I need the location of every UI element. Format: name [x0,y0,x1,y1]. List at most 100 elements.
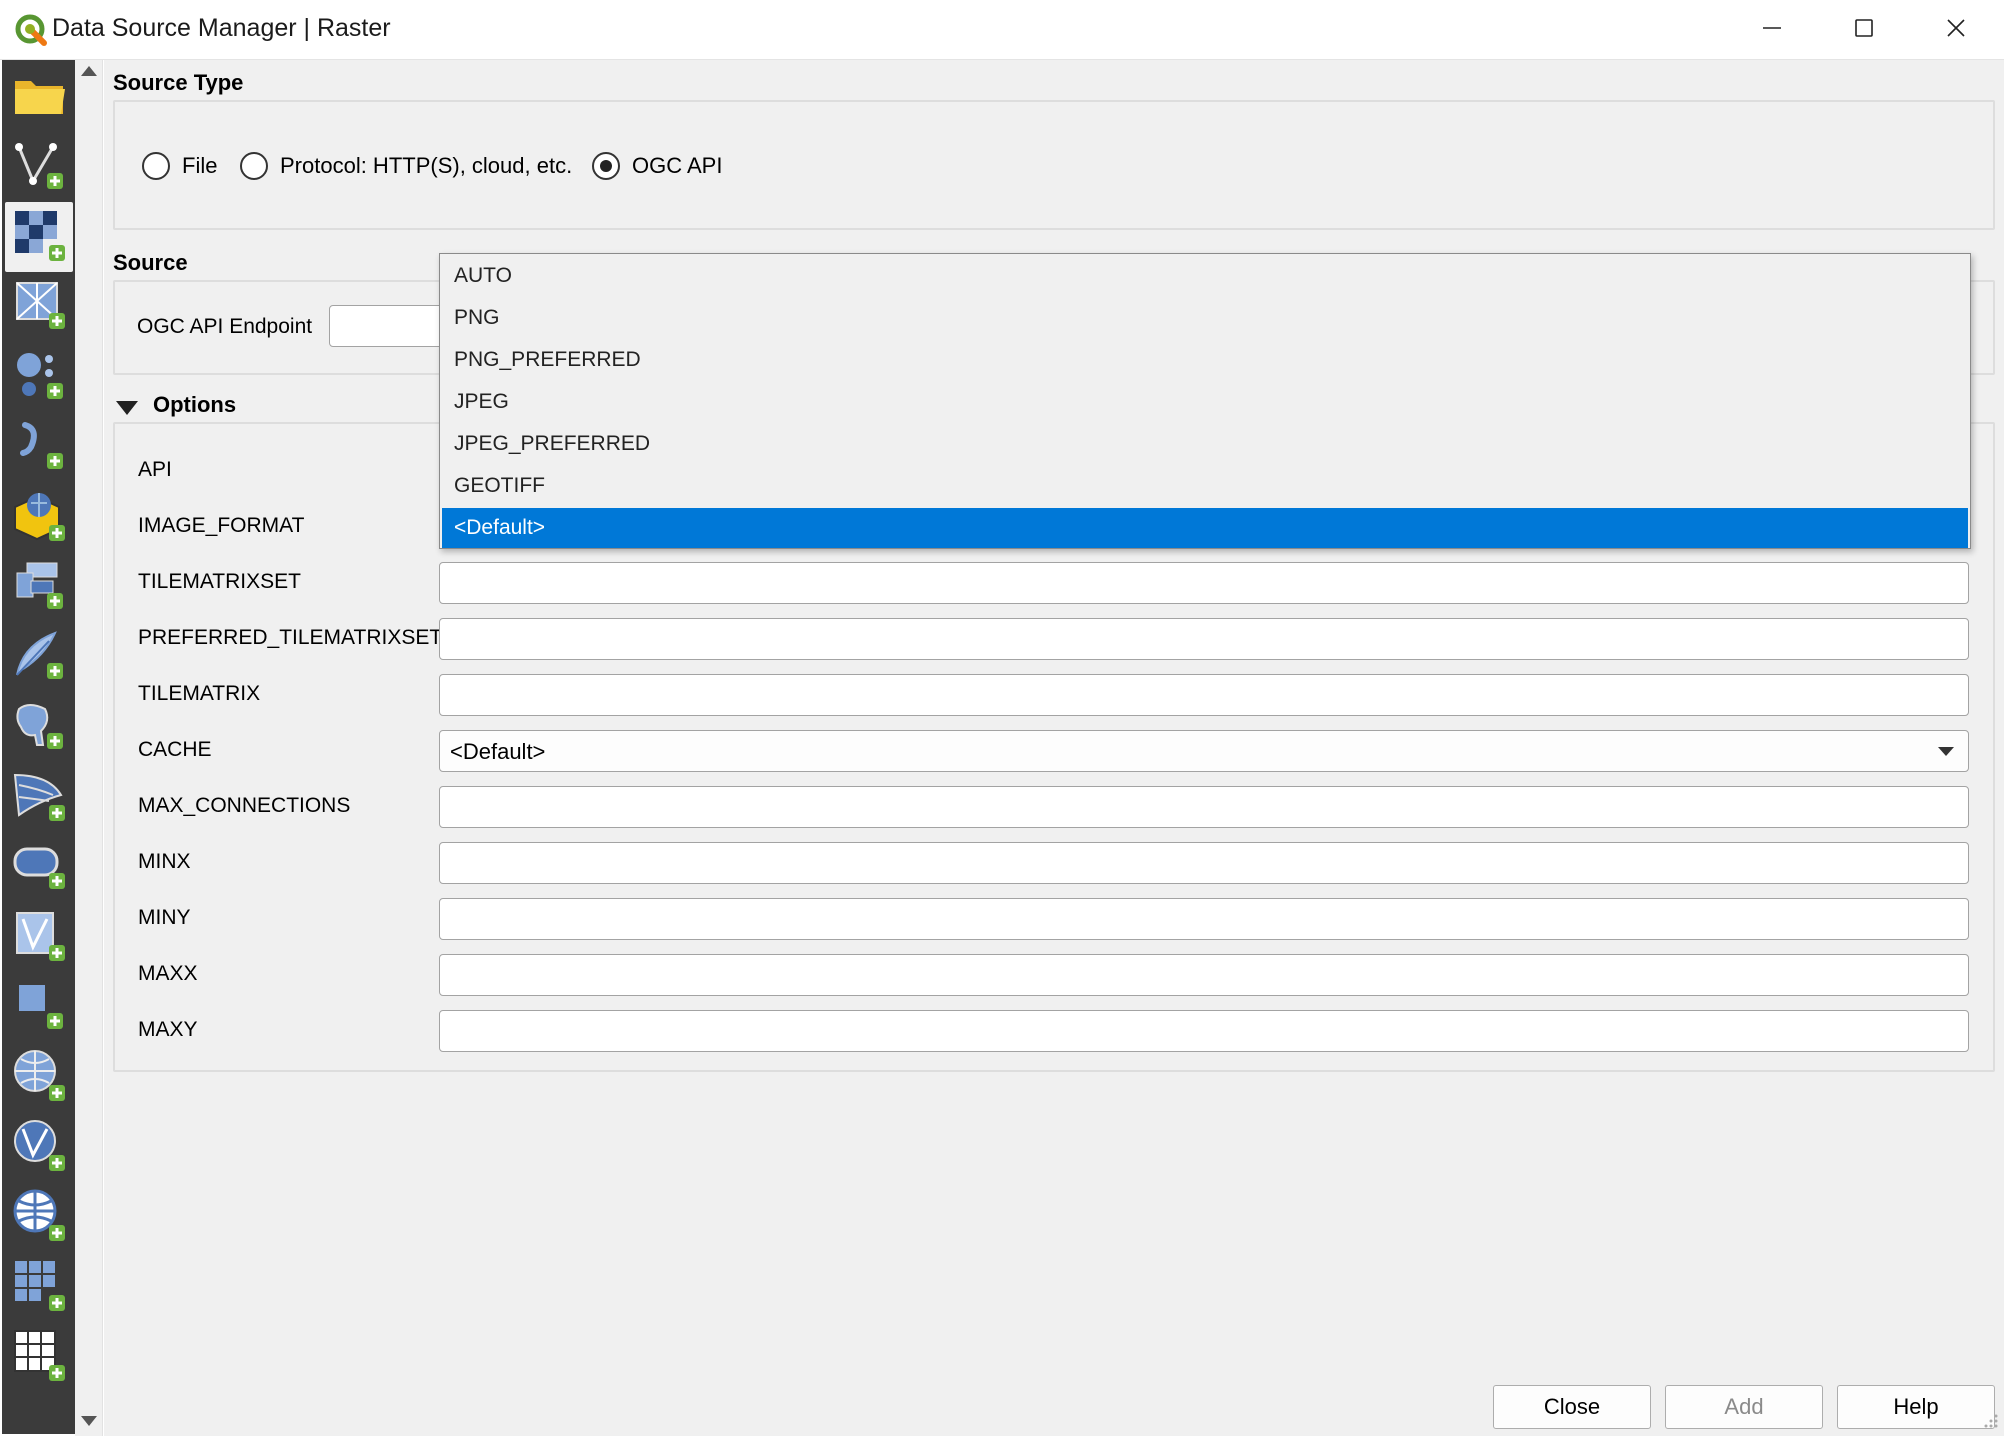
qgis-logo-icon [14,13,48,47]
minimize-icon [1761,17,1783,44]
close-button[interactable]: Close [1493,1385,1651,1429]
chevron-down-icon [1938,747,1954,756]
add-point-cloud-layer-icon [9,345,69,410]
sidebar-item-wms-wmts[interactable] [5,1042,73,1112]
sidebar-item-spatialite[interactable] [5,622,73,692]
close-icon [1945,17,1967,44]
radio-protocol[interactable]: Protocol: HTTP(S), cloud, etc. [240,152,572,180]
source-type-title: Source Type [113,70,244,95]
sidebar-item-vector[interactable] [5,132,73,202]
add-spatialite-layer-icon [9,625,69,690]
tilematrix-label: TILEMATRIX [138,682,261,705]
preferred-tilematrixset-label: PREFERRED_TILEMATRIXSET [138,626,443,649]
source-title: Source [113,250,188,275]
add-vector-tile-layer-icon [9,975,69,1040]
max-connections-input[interactable] [439,786,1969,828]
add-virtual-layer-icon [9,555,69,620]
options-title[interactable]: Options [153,392,236,418]
add-mesh-layer-icon [9,275,69,340]
preferred-tilematrixset-input[interactable] [439,618,1969,660]
radio-ogc-api[interactable]: OGC API [592,152,722,180]
add-virtual-layer-2-icon [9,905,69,970]
sidebar-item-vector-tile[interactable] [5,972,73,1042]
sidebar-item-delimited-text[interactable] [5,412,73,482]
sidebar-item-arcgis[interactable] [5,1322,73,1392]
dropdown-option-jpeg-preferred[interactable]: JPEG_PREFERRED [442,424,1968,464]
scroll-down-icon[interactable] [81,1416,97,1426]
dropdown-option-default[interactable]: <Default> [442,508,1968,548]
sidebar-item-postgis[interactable] [5,692,73,762]
window-title: Data Source Manager | Raster [52,14,391,42]
add-oracle-layer-icon [9,835,69,900]
folder-icon [9,65,69,130]
dropdown-option-geotiff[interactable]: GEOTIFF [442,466,1968,506]
add-ogc-api-features-icon [9,1185,69,1250]
help-button[interactable]: Help [1837,1385,1995,1429]
add-postgis-layer-icon [9,695,69,760]
miny-label: MINY [138,906,191,929]
cache-label: CACHE [138,738,212,761]
title-bar: Data Source Manager | Raster [0,0,2004,60]
image-format-dropdown-list[interactable]: AUTO PNG PNG_PREFERRED JPEG JPEG_PREFERR… [439,253,1971,549]
radio-protocol-label: Protocol: HTTP(S), cloud, etc. [280,153,573,178]
maxy-input[interactable] [439,1010,1969,1052]
sidebar-item-ogc-api-features[interactable] [5,1182,73,1252]
api-label: API [138,458,172,481]
sidebar-item-virtual-layer[interactable] [5,902,73,972]
tilematrixset-input[interactable] [439,562,1969,604]
source-type-sidebar [2,60,75,1434]
close-window-button[interactable] [1910,0,2002,60]
maximize-button[interactable] [1818,0,1910,60]
endpoint-label: OGC API Endpoint [137,315,313,338]
miny-input[interactable] [439,898,1969,940]
dropdown-option-auto[interactable]: AUTO [442,256,1968,296]
radio-protocol-circle[interactable] [240,152,268,180]
scroll-up-icon[interactable] [81,66,97,76]
add-button[interactable]: Add [1665,1385,1823,1429]
dropdown-option-png[interactable]: PNG [442,298,1968,338]
add-raster-layer-icon [9,205,69,270]
sidebar-item-point-cloud[interactable] [5,342,73,412]
maxx-input[interactable] [439,954,1969,996]
sidebar-item-mssql[interactable] [5,762,73,832]
add-wfs-layer-icon [9,1115,69,1180]
resize-grip-icon[interactable] [1980,1410,2000,1430]
sidebar-item-geopackage[interactable] [5,482,73,552]
minx-input[interactable] [439,842,1969,884]
add-wms-wmts-layer-icon [9,1045,69,1110]
maxx-label: MAXX [138,962,198,985]
sidebar-item-virtual[interactable] [5,552,73,622]
radio-file-label: File [182,153,218,178]
ogc-api-endpoint-input[interactable] [329,305,449,347]
sidebar-item-oracle[interactable] [5,832,73,902]
sidebar-item-wfs[interactable] [5,1112,73,1182]
sidebar-item-browser[interactable] [5,62,73,132]
maximize-icon [1853,17,1875,44]
radio-ogc-api-label: OGC API [632,153,723,178]
radio-file-circle[interactable] [142,152,170,180]
cache-combobox-value: <Default> [450,739,546,764]
sidebar-item-xyz[interactable] [5,1252,73,1322]
dropdown-option-png-preferred[interactable]: PNG_PREFERRED [442,340,1968,380]
sidebar-scrollbar[interactable] [75,60,103,1436]
add-arcgis-layer-icon [9,1325,69,1390]
sidebar-item-raster[interactable] [5,202,73,272]
max-connections-label: MAX_CONNECTIONS [138,794,351,817]
source-type-group: File Protocol: HTTP(S), cloud, etc. OGC … [113,100,1995,230]
minimize-button[interactable] [1726,0,1818,60]
cache-combobox[interactable]: <Default> [439,730,1969,772]
image-format-label: IMAGE_FORMAT [138,514,305,537]
options-collapse-icon[interactable] [116,401,138,415]
radio-ogc-api-circle[interactable] [592,152,620,180]
add-geopackage-layer-icon [9,485,69,550]
add-delimited-text-layer-icon [9,415,69,480]
sidebar-item-mesh[interactable] [5,272,73,342]
tilematrixset-label: TILEMATRIXSET [138,570,301,593]
add-xyz-layer-icon [9,1255,69,1320]
add-vector-layer-icon [9,135,69,200]
tilematrix-input[interactable] [439,674,1969,716]
dropdown-option-jpeg[interactable]: JPEG [442,382,1968,422]
radio-file[interactable]: File [142,152,217,180]
maxy-label: MAXY [138,1018,198,1041]
add-mssql-layer-icon [9,765,69,830]
